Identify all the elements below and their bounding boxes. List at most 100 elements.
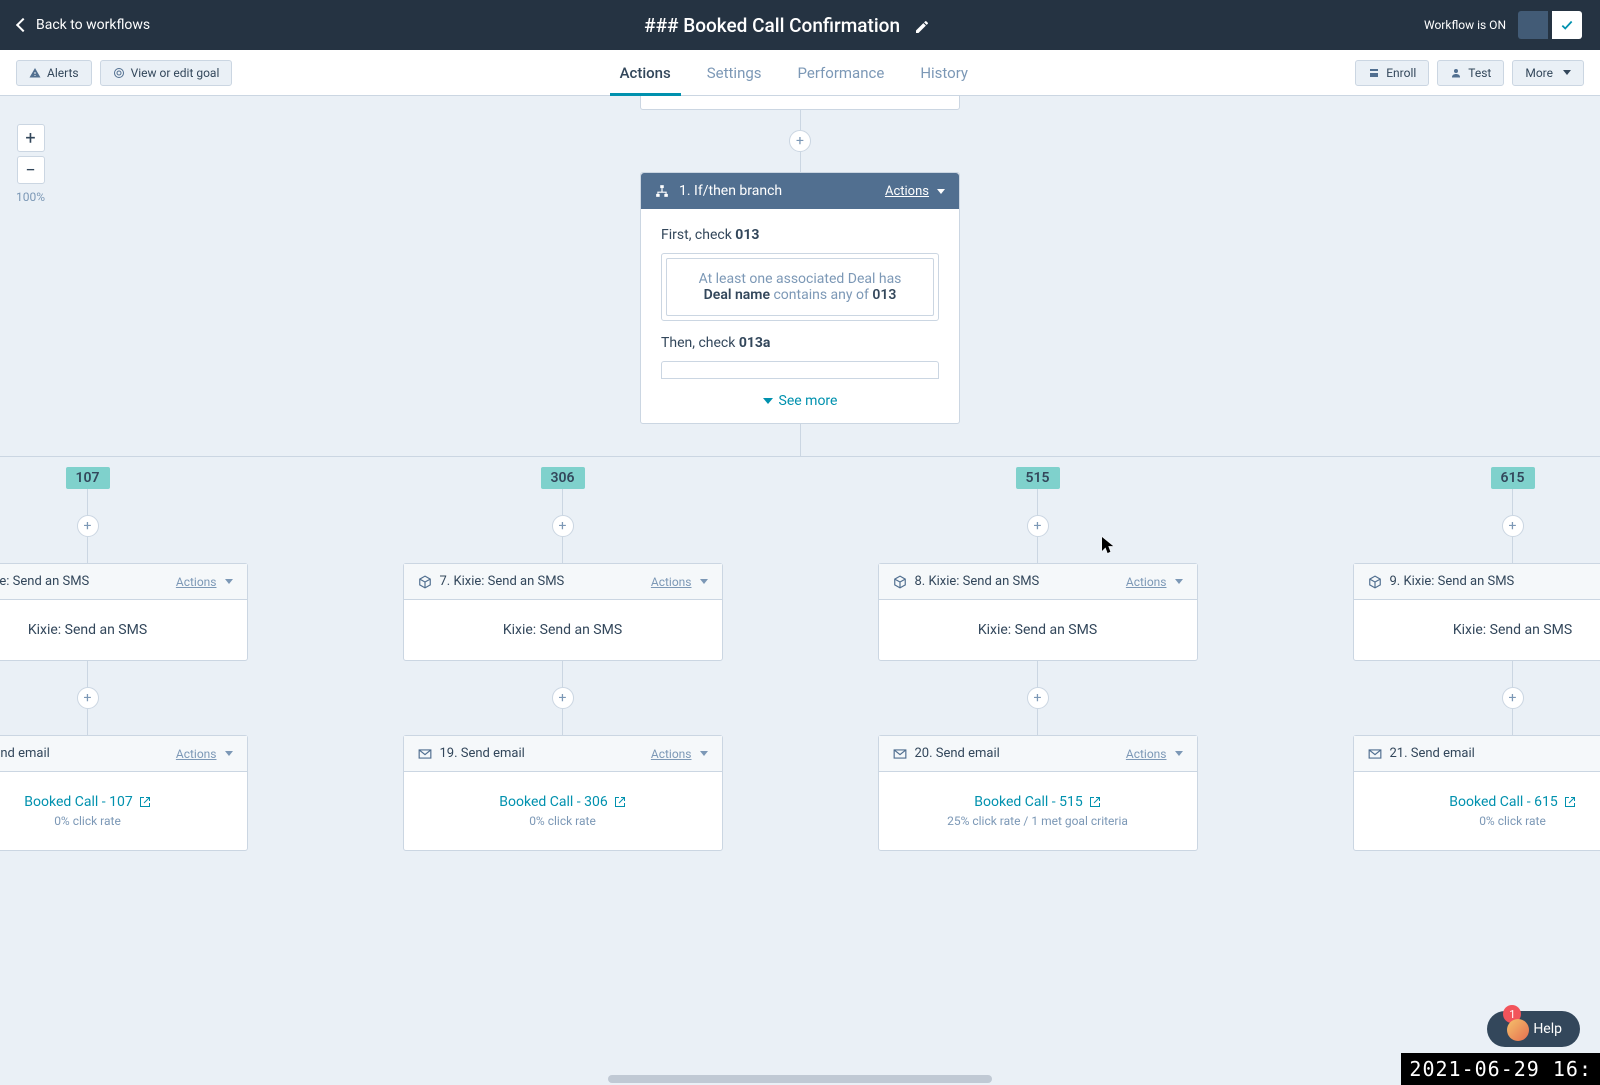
toggle-off-segment	[1518, 11, 1548, 39]
rule-line-2: Deal name contains any of 013	[683, 287, 917, 303]
sms-action-card[interactable]: 9. Kixie: Send an SMS Actions Kixie: Sen…	[1353, 563, 1600, 661]
caret-down-icon	[225, 579, 233, 584]
caret-down-icon	[225, 751, 233, 756]
tab-settings[interactable]: Settings	[703, 51, 766, 95]
mouse-cursor	[1102, 537, 1116, 555]
add-action-node[interactable]: +	[77, 687, 99, 709]
add-action-node[interactable]: +	[1027, 687, 1049, 709]
collapsed-rule-box	[661, 361, 939, 379]
branch-tag[interactable]: 107	[66, 467, 110, 489]
branch-icon	[655, 184, 669, 198]
see-more-branch[interactable]: See more	[641, 385, 959, 423]
integration-icon	[418, 575, 432, 589]
zoom-level-label: 100%	[16, 190, 45, 204]
chevron-left-icon	[16, 18, 30, 32]
connector-line	[562, 661, 563, 687]
connector-line	[87, 489, 88, 515]
connector-line	[800, 110, 801, 130]
email-action-card[interactable]: 19. Send email Actions Booked Call - 306	[403, 735, 723, 851]
filter-rule-box[interactable]: At least one associated Deal has Deal na…	[661, 253, 939, 321]
mail-icon	[418, 747, 432, 761]
alerts-button[interactable]: Alerts	[16, 60, 92, 86]
add-action-node[interactable]: +	[1502, 515, 1524, 537]
connector-line	[800, 424, 801, 456]
warning-icon	[29, 67, 41, 79]
email-link[interactable]: Booked Call - 615	[1449, 794, 1575, 810]
sms-action-card[interactable]: 6. Kixie: Send an SMS Actions Kixie: Sen…	[0, 563, 248, 661]
card-actions-menu[interactable]: Actions	[1126, 747, 1183, 761]
add-action-node[interactable]: +	[789, 130, 811, 152]
workflow-status-label: Workflow is ON	[1424, 18, 1506, 32]
if-then-branch-card[interactable]: 1. If/then branch Actions First, check 0…	[640, 172, 960, 424]
email-action-card[interactable]: 21. Send email Actions Booked Call - 615	[1353, 735, 1600, 851]
back-to-workflows[interactable]: Back to workflows	[18, 17, 150, 33]
connector-line	[1512, 537, 1513, 563]
external-link-icon	[1564, 796, 1576, 808]
test-button[interactable]: Test	[1437, 60, 1504, 86]
card-actions-menu[interactable]: Actions	[176, 575, 233, 589]
external-link-icon	[1089, 796, 1101, 808]
sms-action-card[interactable]: 8. Kixie: Send an SMS Actions Kixie: Sen…	[878, 563, 1198, 661]
workflow-toggle[interactable]	[1518, 11, 1582, 39]
enroll-button[interactable]: Enroll	[1355, 60, 1429, 86]
enrollment-card[interactable]: See more	[640, 96, 960, 110]
avatar-icon	[1507, 1019, 1529, 1041]
zoom-in-button[interactable]: +	[17, 124, 45, 152]
branch-actions-menu[interactable]: Actions	[885, 184, 945, 199]
tab-performance[interactable]: Performance	[794, 51, 889, 95]
caret-down-icon	[937, 189, 945, 194]
email-action-card[interactable]: 18. Send email Actions Booked Call - 107	[0, 735, 248, 851]
tab-history[interactable]: History	[916, 51, 972, 95]
person-icon	[1450, 67, 1462, 79]
page-title: ### Booked Call Confirmation	[644, 14, 900, 37]
email-stats: 0% click rate	[0, 814, 237, 828]
help-button[interactable]: 1 Help	[1487, 1011, 1580, 1047]
card-actions-menu[interactable]: Actions	[176, 747, 233, 761]
edit-title-icon[interactable]	[914, 17, 930, 33]
branch-tag[interactable]: 515	[1016, 467, 1060, 489]
more-button[interactable]: More	[1512, 60, 1584, 86]
view-goal-button[interactable]: View or edit goal	[100, 60, 233, 86]
connector-line	[1512, 661, 1513, 687]
email-stats: 25% click rate / 1 met goal criteria	[889, 814, 1187, 828]
branch-tag[interactable]: 306	[541, 467, 585, 489]
caret-down-icon	[700, 751, 708, 756]
add-action-node[interactable]: +	[552, 515, 574, 537]
email-link[interactable]: Booked Call - 515	[974, 794, 1100, 810]
mail-icon	[893, 747, 907, 761]
connector-line	[87, 661, 88, 687]
card-actions-menu[interactable]: Actions	[651, 747, 708, 761]
sms-action-card[interactable]: 7. Kixie: Send an SMS Actions Kixie: Sen…	[403, 563, 723, 661]
horizontal-scrollbar[interactable]	[608, 1075, 992, 1083]
email-action-card[interactable]: 20. Send email Actions Booked Call - 515	[878, 735, 1198, 851]
connector-line	[1037, 489, 1038, 515]
add-action-node[interactable]: +	[552, 687, 574, 709]
caret-down-icon	[700, 579, 708, 584]
connector-line	[87, 537, 88, 563]
connector-line	[800, 152, 801, 172]
email-link[interactable]: Booked Call - 306	[499, 794, 625, 810]
branch-horizontal-bar	[0, 456, 1600, 457]
card-actions-menu[interactable]: Actions	[1126, 575, 1183, 589]
caret-down-icon	[1175, 751, 1183, 756]
connector-line	[1512, 489, 1513, 515]
add-action-node[interactable]: +	[1502, 687, 1524, 709]
zoom-out-button[interactable]: −	[17, 156, 45, 184]
email-link[interactable]: Booked Call - 107	[24, 794, 150, 810]
action-body: Kixie: Send an SMS	[0, 600, 247, 660]
tab-actions[interactable]: Actions	[616, 51, 675, 95]
card-actions-menu[interactable]: Actions	[651, 575, 708, 589]
connector-line	[562, 709, 563, 735]
connector-line	[1037, 709, 1038, 735]
back-label: Back to workflows	[36, 17, 150, 33]
connector-line	[87, 709, 88, 735]
recording-timestamp: 2021-06-29 16:	[1401, 1053, 1600, 1085]
branch-tag[interactable]: 615	[1491, 467, 1535, 489]
add-action-node[interactable]: +	[1027, 515, 1049, 537]
target-icon	[113, 67, 125, 79]
external-link-icon	[614, 796, 626, 808]
email-stats: 0% click rate	[1364, 814, 1600, 828]
connector-line	[1037, 661, 1038, 687]
rule-line-1: At least one associated Deal has	[683, 271, 917, 287]
add-action-node[interactable]: +	[77, 515, 99, 537]
